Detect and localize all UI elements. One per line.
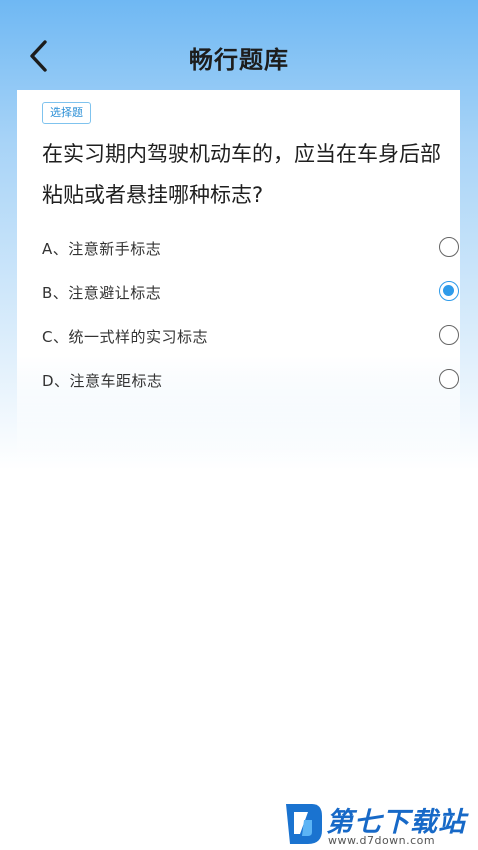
question-card: 选择题 在实习期内驾驶机动车的，应当在车身后部粘贴或者悬挂哪种标志? A、注意新… — [17, 90, 460, 470]
watermark-url: www.d7down.com — [328, 834, 436, 847]
option-label: D、注意车距标志 — [42, 372, 163, 390]
radio-checked-icon[interactable] — [439, 281, 459, 301]
radio-unchecked-icon[interactable] — [439, 369, 459, 389]
page-title: 畅行题库 — [189, 46, 289, 74]
site-logo-icon — [286, 804, 322, 844]
option-label: A、注意新手标志 — [42, 240, 162, 258]
option-b[interactable]: B、注意避让标志 — [42, 272, 459, 312]
option-label: C、统一式样的实习标志 — [42, 328, 208, 346]
option-c[interactable]: C、统一式样的实习标志 — [42, 316, 459, 356]
header: 畅行题库 — [0, 0, 478, 90]
radio-unchecked-icon[interactable] — [439, 237, 459, 257]
option-d[interactable]: D、注意车距标志 — [42, 360, 459, 400]
question-type-badge: 选择题 — [42, 102, 91, 124]
option-a[interactable]: A、注意新手标志 — [42, 228, 459, 268]
question-text: 在实习期内驾驶机动车的，应当在车身后部粘贴或者悬挂哪种标志? — [42, 142, 441, 207]
watermark: 第七下载站 www.d7down.com — [282, 800, 474, 850]
radio-unchecked-icon[interactable] — [439, 325, 459, 345]
option-label: B、注意避让标志 — [42, 284, 162, 302]
